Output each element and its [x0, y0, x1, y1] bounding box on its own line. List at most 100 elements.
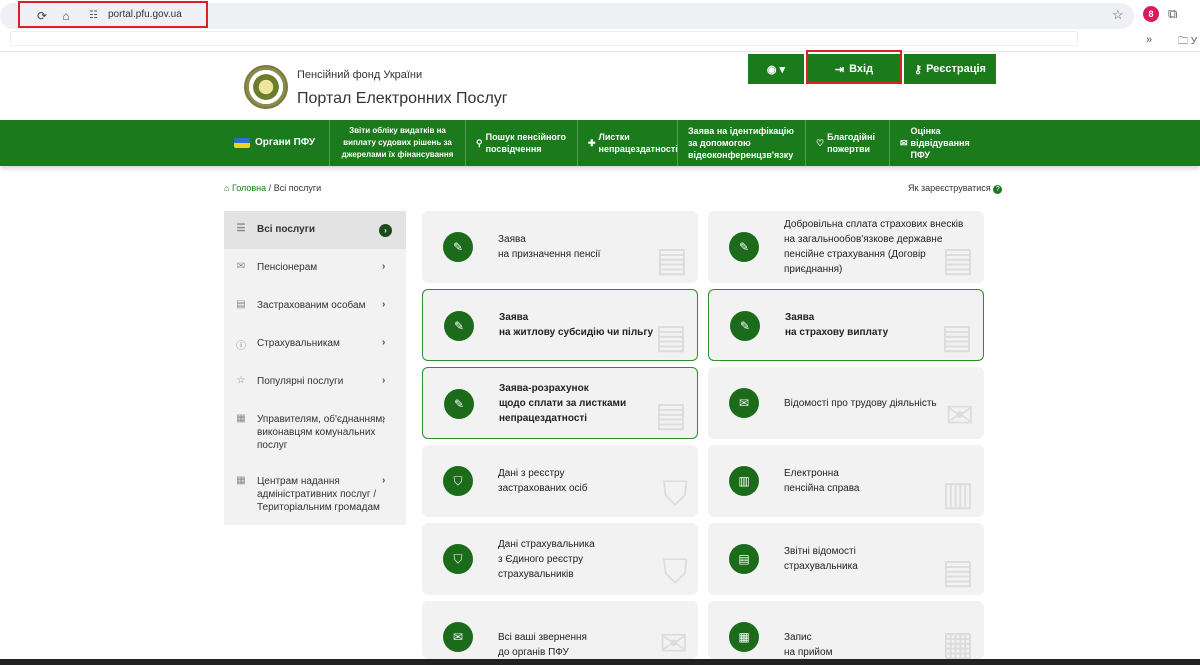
- shield-icon: ⛉: [443, 544, 473, 574]
- url-highlight-box: [18, 1, 208, 28]
- nav-video-identification[interactable]: Заява на ідентифікацію за допомогою віде…: [678, 120, 806, 166]
- bookmark-folder-label: У: [1190, 36, 1198, 47]
- nav-organs-pfu[interactable]: Органи ПФУ: [224, 120, 330, 166]
- how-register-label: Як зареєструватися: [908, 183, 991, 193]
- taskbar-strip: [0, 659, 1200, 665]
- service-card[interactable]: ⛉ Дані з реєстру застрахованих осіб ⛉: [422, 445, 698, 517]
- sidebar-item-all-services[interactable]: ☰ Всі послуги ›: [224, 211, 406, 249]
- portal-name: Портал Електронних Послуг: [297, 90, 508, 107]
- extension-icon[interactable]: 8: [1143, 6, 1159, 22]
- sidebar-item-label: Управителям, об'єднанням, виконавцям ком…: [257, 414, 386, 451]
- service-card[interactable]: ▤ Звітні відомості страхувальника ▤: [708, 523, 984, 595]
- envelope-icon: ✉: [729, 388, 759, 418]
- key-icon: ⚷: [914, 63, 923, 76]
- form-icon: ✎: [730, 311, 760, 341]
- service-card[interactable]: ▥ Електронна пенсійна справа ▥: [708, 445, 984, 517]
- breadcrumb-home-link[interactable]: Головна: [232, 183, 266, 193]
- help-icon: ?: [993, 185, 1003, 194]
- list-icon: ☰: [236, 223, 246, 234]
- service-card[interactable]: ✎ Добровільна сплата страхових внесків н…: [708, 211, 984, 283]
- eye-icon: ◉ ▾: [766, 63, 786, 76]
- envelope-bg-icon: ✉: [659, 625, 689, 663]
- envelope-bg-icon: ✉: [945, 397, 975, 435]
- card-line: страхувальників: [498, 568, 574, 580]
- envelope-icon: ✉: [443, 622, 473, 652]
- shield-icon: ⛉: [443, 466, 473, 496]
- form-icon: ✎: [444, 389, 474, 419]
- accessibility-button[interactable]: ◉ ▾: [748, 54, 804, 84]
- calendar-bg-icon: ▦: [941, 625, 974, 663]
- info-icon: ⓘ: [236, 341, 246, 352]
- form-icon: ✎: [444, 311, 474, 341]
- card-line: застрахованих осіб: [498, 483, 588, 494]
- building-icon: ▦: [236, 413, 246, 424]
- chevron-right-icon: ›: [382, 413, 386, 424]
- nav-organs-label: Органи ПФУ: [255, 137, 316, 148]
- form-icon: ✎: [729, 232, 759, 262]
- calendar-icon: ▦: [729, 622, 759, 652]
- donation-icon: ♡: [816, 138, 825, 148]
- chevron-right-icon: ›: [382, 475, 386, 486]
- pfu-logo-icon[interactable]: [244, 65, 288, 109]
- register-label: Реєстрація: [926, 63, 986, 75]
- sidebar-item-label: Пенсіонерам: [257, 262, 318, 273]
- chevron-right-icon: ›: [379, 224, 392, 237]
- shield-bg-icon: ⛉: [662, 475, 689, 513]
- service-card[interactable]: ▦ Запис на прийом ▦: [708, 601, 984, 663]
- ukraine-map-icon: [234, 138, 250, 148]
- extensions-puzzle-icon[interactable]: ⧉: [1168, 6, 1177, 22]
- service-card[interactable]: ✎ Заява на призначення пенсії ▤: [422, 211, 698, 283]
- sidebar-item-label: Популярні послуги: [257, 376, 344, 387]
- service-card[interactable]: ✉ Всі ваші звернення до органів ПФУ ✉: [422, 601, 698, 663]
- form-bg-icon: ▤: [654, 318, 687, 356]
- nav-court-reports[interactable]: Звіти обліку видатків на виплату судових…: [330, 120, 466, 166]
- sidebar-item-label: Центрам надання адміністративних послуг …: [257, 476, 380, 513]
- service-card[interactable]: ✉ Відомості про трудову діяльність ✉: [708, 367, 984, 439]
- folder-bg-icon: ▥: [941, 475, 974, 513]
- mail-icon: ✉: [236, 261, 246, 272]
- nav-label: Листки непрацездатності: [598, 132, 678, 154]
- building-icon: ▦: [236, 475, 246, 486]
- service-card[interactable]: ✎ Заява на житлову субсидію чи пільгу ▤: [422, 289, 698, 361]
- chevron-right-icon: ›: [382, 299, 386, 310]
- bookmarks-more-icon[interactable]: »: [1146, 34, 1152, 46]
- comment-icon: ✉: [900, 138, 908, 148]
- card-line: Дані з реєстру: [498, 468, 565, 479]
- card-line: Заява-розрахунок: [499, 382, 589, 394]
- nav-label: Благодійні пожертви: [827, 132, 875, 154]
- nav-charity[interactable]: ♡ Благодійні пожертви: [806, 120, 890, 166]
- report-bg-icon: ▤: [941, 553, 974, 591]
- nav-pension-certificate-search[interactable]: ⚲ Пошук пенсійного посвідчення: [466, 120, 578, 166]
- card-line: Дані страхувальника: [498, 538, 595, 550]
- sidebar-item-label: Страхувальникам: [257, 338, 340, 349]
- form-bg-icon: ▤: [655, 241, 688, 279]
- service-card[interactable]: ⛉ Дані страхувальника з Єдиного реєстру ст…: [422, 523, 698, 595]
- nav-label: Звіти обліку видатків на виплату судових…: [341, 126, 454, 159]
- search-icon: ⚲: [476, 138, 483, 148]
- document-icon: ▤: [236, 299, 246, 310]
- folder-icon: ▥: [729, 466, 759, 496]
- nav-label: Пошук пенсійного посвідчення: [485, 132, 567, 154]
- form-bg-icon: ▤: [654, 396, 687, 434]
- nav-label: Заява на ідентифікацію за допомогою віде…: [688, 126, 794, 160]
- service-card[interactable]: ✎ Заява на страхову виплату ▤: [708, 289, 984, 361]
- medkit-icon: ✚: [588, 138, 596, 148]
- bookmark-star-icon[interactable]: ☆: [1112, 7, 1124, 23]
- breadcrumb-current: Всі послуги: [273, 183, 322, 193]
- nav-visit-rating[interactable]: ✉ Оцінка відвідування ПФУ: [890, 120, 996, 166]
- breadcrumb: ⌂ Головна / Всі послуги: [224, 183, 321, 193]
- home-small-icon: ⌂: [224, 183, 230, 193]
- service-card[interactable]: ✎ Заява-розрахунок щодо сплати за листкам…: [422, 367, 698, 439]
- shield-bg-icon: ⛉: [662, 553, 689, 591]
- register-button[interactable]: ⚷ Реєстрація: [904, 54, 996, 84]
- nav-label: Оцінка відвідування ПФУ: [910, 126, 970, 160]
- chevron-right-icon: ›: [382, 375, 386, 386]
- form-bg-icon: ▤: [941, 241, 974, 279]
- main-nav: Органи ПФУ Звіти обліку видатків на випл…: [0, 120, 1200, 166]
- nav-sick-leave[interactable]: ✚ Листки непрацездатності: [578, 120, 678, 166]
- bookmark-folder[interactable]: 🗀 У: [1178, 34, 1197, 51]
- how-register-link[interactable]: Як зареєструватися ?: [908, 183, 1003, 194]
- card-line: з Єдиного реєстру: [498, 553, 584, 565]
- form-bg-icon: ▤: [940, 318, 973, 356]
- card-line: щодо сплати за листками непрацездатності: [499, 397, 627, 424]
